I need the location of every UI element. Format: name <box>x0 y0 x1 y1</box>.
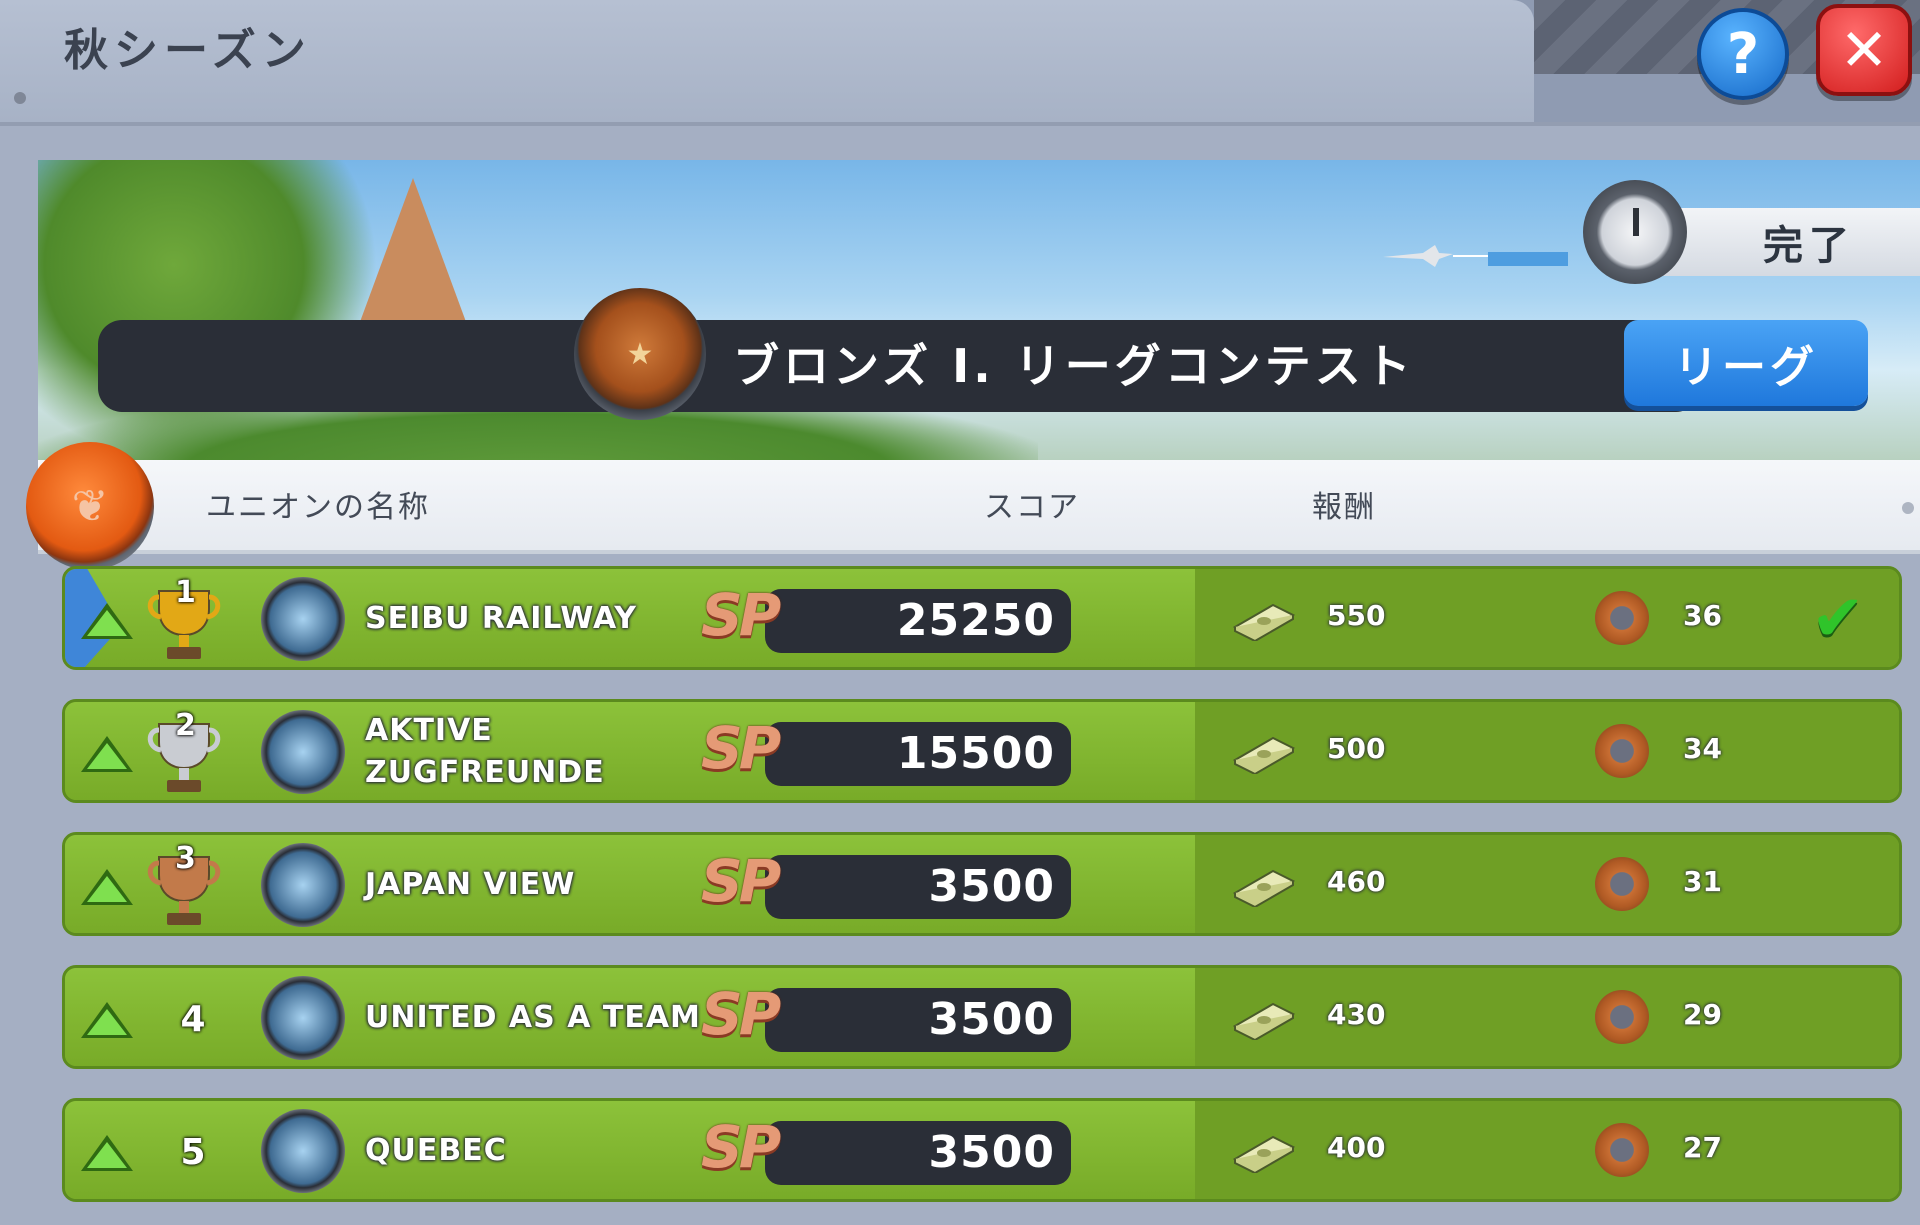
cash-stack-icon <box>1233 869 1295 907</box>
stopwatch-icon <box>1583 180 1687 284</box>
league-button-label: リーグ <box>1674 342 1818 393</box>
rank-number: 4 <box>180 999 206 1040</box>
rank-up-arrow-icon <box>81 1135 133 1171</box>
help-button[interactable]: ? <box>1697 8 1789 100</box>
header-pin-decoration <box>1902 502 1914 514</box>
cash-stack-icon <box>1233 603 1295 641</box>
union-train-emblem-icon <box>261 976 345 1060</box>
row-reward-section <box>1195 968 1899 1066</box>
row-reward-section <box>1195 569 1899 667</box>
score-value: 3500 <box>928 994 1055 1045</box>
union-name: JAPAN VIEW <box>365 867 576 902</box>
gear-icon <box>1595 724 1649 778</box>
cash-reward: 460 <box>1327 865 1386 898</box>
cash-stack-icon <box>1233 736 1295 774</box>
gear-reward: 29 <box>1683 998 1722 1031</box>
union-name: AKTIVE ZUGFREUNDE <box>365 710 605 794</box>
rank-number: 2 <box>175 708 196 743</box>
score-value: 3500 <box>928 861 1055 912</box>
header-reward: 報酬 <box>1312 490 1376 525</box>
leaderboard-row[interactable]: 4 UNITED AS A TEAM SP 3500 430 29 <box>62 965 1902 1069</box>
rank-up-arrow-icon <box>81 736 133 772</box>
row-reward-section <box>1195 1101 1899 1199</box>
table-header: ユニオンの名称 スコア 報酬 <box>38 460 1920 554</box>
close-icon: ✕ <box>1839 16 1889 84</box>
league-button[interactable]: リーグ <box>1624 320 1868 406</box>
star-icon: ★ <box>626 336 654 372</box>
rank-number: 3 <box>175 841 196 876</box>
checkmark-icon: ✔ <box>1811 582 1865 656</box>
timer-status: 完了 <box>1763 223 1855 269</box>
cash-reward: 500 <box>1327 732 1386 765</box>
gear-reward: 27 <box>1683 1131 1722 1164</box>
cash-reward: 430 <box>1327 998 1386 1031</box>
gear-reward: 31 <box>1683 865 1722 898</box>
row-reward-section <box>1195 702 1899 800</box>
union-name: SEIBU RAILWAY <box>365 601 638 636</box>
union-name: QUEBEC <box>365 1133 507 1168</box>
rank-up-arrow-icon <box>81 1002 133 1038</box>
row-reward-section <box>1195 835 1899 933</box>
window-title: 秋シーズン <box>64 25 312 76</box>
union-train-emblem-icon <box>261 1109 345 1193</box>
union-train-emblem-icon <box>261 577 345 661</box>
leaderboard-row[interactable]: 3 JAPAN VIEW SP 3500 460 31 <box>62 832 1902 936</box>
header-score: スコア <box>984 490 1080 525</box>
bronze-league-badge-icon: ★ <box>574 288 706 420</box>
cash-reward: 550 <box>1327 599 1386 632</box>
rank-up-arrow-icon <box>81 869 133 905</box>
leaderboard-row[interactable]: 2 AKTIVE ZUGFREUNDE SP 15500 500 34 <box>62 699 1902 803</box>
union-name: UNITED AS A TEAM <box>365 1000 701 1035</box>
contest-banner: 完了 ★ ブロンズ I. リーグコンテスト リーグ <box>38 160 1920 460</box>
cash-stack-icon <box>1233 1135 1295 1173</box>
tab-pin-decoration <box>14 92 26 104</box>
rank-number: 1 <box>175 575 196 610</box>
gear-reward: 36 <box>1683 599 1722 632</box>
rank-number: 5 <box>180 1132 206 1173</box>
gear-reward: 34 <box>1683 732 1722 765</box>
autumn-season-icon: ❦ <box>26 442 154 570</box>
union-name-line1: AKTIVE <box>365 713 493 748</box>
cash-reward: 400 <box>1327 1131 1386 1164</box>
rank-up-arrow-icon <box>81 603 133 639</box>
gear-icon <box>1595 591 1649 645</box>
question-icon: ? <box>1726 21 1760 87</box>
leaf-icon: ❦ <box>71 480 109 532</box>
union-train-emblem-icon <box>261 710 345 794</box>
score-value: 25250 <box>896 595 1055 646</box>
leaderboard-row[interactable]: 5 QUEBEC SP 3500 400 27 <box>62 1098 1902 1202</box>
leaderboard-row[interactable]: 1 SEIBU RAILWAY SP 25250 550 36 ✔ <box>62 566 1902 670</box>
plane-banner-flag <box>1488 252 1568 266</box>
score-value: 15500 <box>896 728 1055 779</box>
window-title-tab: 秋シーズン <box>0 0 1534 122</box>
score-value: 3500 <box>928 1127 1055 1178</box>
union-train-emblem-icon <box>261 843 345 927</box>
contest-title: ブロンズ I. リーグコンテスト <box>733 339 1415 393</box>
header-union-name: ユニオンの名称 <box>206 490 430 525</box>
close-button[interactable]: ✕ <box>1816 4 1912 96</box>
stopwatch-hand <box>1633 208 1639 236</box>
gear-icon <box>1595 857 1649 911</box>
timer-bar: 完了 <box>1658 208 1920 276</box>
gear-icon <box>1595 1123 1649 1177</box>
gear-icon <box>1595 990 1649 1044</box>
cash-stack-icon <box>1233 1002 1295 1040</box>
union-name-line2: ZUGFREUNDE <box>365 755 605 790</box>
